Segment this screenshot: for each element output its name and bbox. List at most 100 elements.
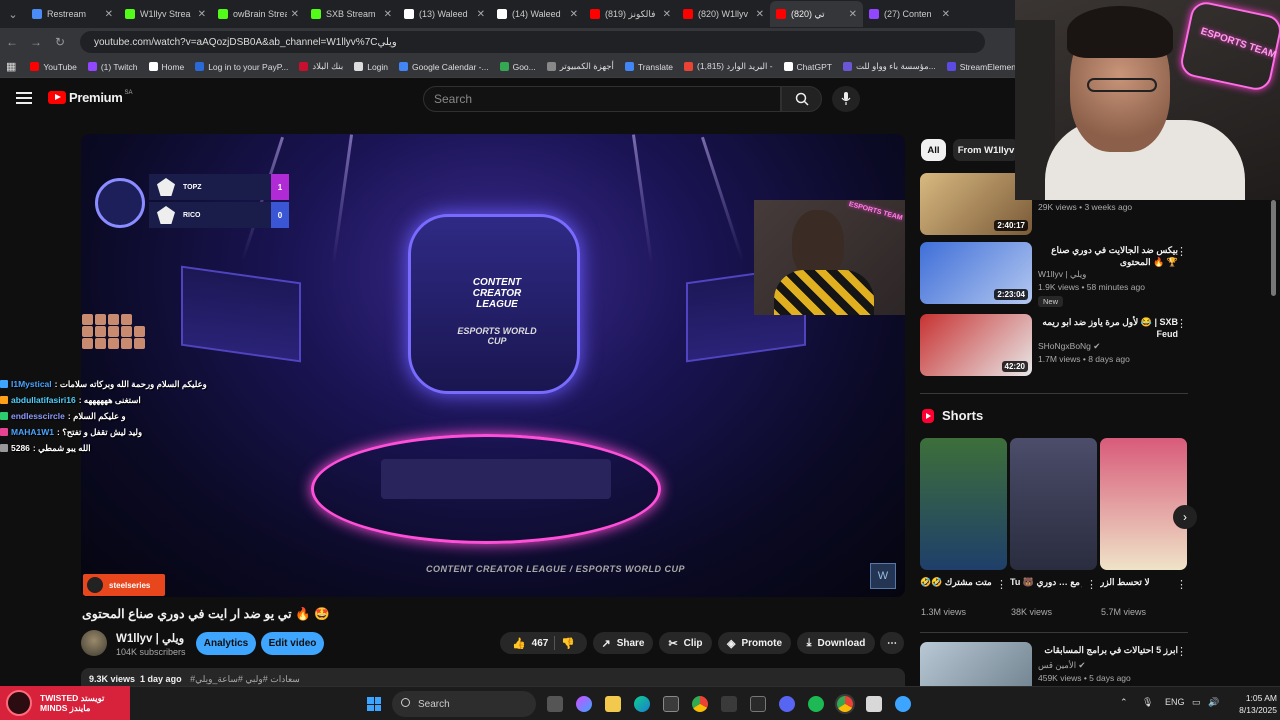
short-thumbnail[interactable] xyxy=(1100,438,1187,570)
edit-video-button[interactable]: Edit video xyxy=(261,632,324,655)
page-scrollbar[interactable] xyxy=(1271,200,1276,296)
spotify-icon[interactable] xyxy=(808,696,824,712)
chip-from-channel[interactable]: From W1llyv xyxy=(953,139,1019,161)
chrome-active-icon[interactable] xyxy=(837,696,853,712)
language-indicator[interactable]: ENG xyxy=(1165,697,1185,707)
channel-name[interactable]: W1llyv | ويلي xyxy=(116,631,184,645)
tab-search-icon[interactable]: ⌄ xyxy=(0,0,26,28)
store-icon[interactable] xyxy=(663,696,679,712)
microphone-tray-icon[interactable]: 🎙 xyxy=(1142,697,1153,708)
browser-tab[interactable]: (820) تي ✕ xyxy=(770,1,863,27)
bookmark-item[interactable]: Translate xyxy=(624,62,673,72)
bookmark-item[interactable]: Google Calendar -... xyxy=(399,62,489,72)
app-icon[interactable] xyxy=(721,696,737,712)
tab-close-icon[interactable]: ✕ xyxy=(105,9,113,20)
facecam-neon-sign: ESPORTS TEAM xyxy=(847,200,903,223)
analytics-button[interactable]: Analytics xyxy=(196,632,256,655)
file-explorer-icon[interactable] xyxy=(605,696,621,712)
volume-icon[interactable]: 🔊 xyxy=(1208,697,1219,708)
browser-tab[interactable]: SXB Stream ✕ xyxy=(305,1,398,27)
youtube-premium-logo[interactable]: Premium SA xyxy=(48,90,133,105)
browser-tab[interactable]: (14) Waleed ✕ xyxy=(491,1,584,27)
forward-icon[interactable]: → xyxy=(24,35,48,49)
tab-close-icon[interactable]: ✕ xyxy=(384,9,392,20)
apps-grid-icon[interactable]: ▦ xyxy=(6,60,16,73)
more-options-icon[interactable]: ⋮ xyxy=(1176,578,1187,591)
bookmark-item[interactable]: YouTube xyxy=(30,62,77,72)
bookmark-item[interactable]: (1,815) البريد الوارد - xyxy=(684,61,773,72)
like-icon[interactable]: 👍 xyxy=(512,637,526,650)
tab-close-icon[interactable]: ✕ xyxy=(849,9,857,20)
windows-start-icon[interactable] xyxy=(367,697,381,711)
voice-search-button[interactable] xyxy=(832,86,860,112)
more-options-icon[interactable]: ⋮ xyxy=(996,578,1007,591)
browser-tab[interactable]: (27) Conten ✕ xyxy=(863,1,956,27)
like-count[interactable]: 467 xyxy=(532,638,549,649)
search-button[interactable] xyxy=(781,86,822,112)
more-options-icon[interactable]: ⋮ xyxy=(1176,317,1187,330)
bookmark-item[interactable]: مؤسسة باء وواو للت... xyxy=(842,61,936,72)
back-icon[interactable]: ← xyxy=(0,35,24,49)
tab-close-icon[interactable]: ✕ xyxy=(570,9,578,20)
taskbar-search[interactable]: Search xyxy=(392,691,536,717)
bookmark-item[interactable]: أجهزة الكمبيوتر xyxy=(546,61,614,72)
dislike-icon[interactable]: 👎 xyxy=(561,637,575,650)
network-icon[interactable]: ▭ xyxy=(1192,697,1201,708)
bookmark-item[interactable]: Login xyxy=(354,62,388,72)
bookmark-item[interactable]: Goo... xyxy=(499,62,536,72)
clip-button[interactable]: ✂ Clip xyxy=(659,632,712,654)
share-button[interactable]: ↗ Share xyxy=(593,632,653,654)
url-field[interactable]: youtube.com/watch?v=aAQozjDSB0A&ab_chann… xyxy=(80,31,985,53)
more-actions-button[interactable]: ⋯ xyxy=(880,632,904,654)
chip-all[interactable]: All xyxy=(921,139,946,161)
task-view-icon[interactable] xyxy=(547,696,563,712)
bookmark-icon xyxy=(299,62,309,71)
short-title[interactable]: 🤣🤣 وانا ... متت مشترك xyxy=(920,576,992,589)
more-options-icon[interactable]: ⋮ xyxy=(1176,245,1187,258)
chrome-icon[interactable] xyxy=(692,696,708,712)
tab-close-icon[interactable]: ✕ xyxy=(663,9,671,20)
tab-close-icon[interactable]: ✕ xyxy=(477,9,485,20)
bookmark-item[interactable]: Home xyxy=(148,62,184,72)
bookmark-item[interactable]: بنك البلاد xyxy=(299,61,343,72)
channel-avatar[interactable] xyxy=(81,630,107,656)
recommended-video[interactable]: 2:23:04 بيكس ضد الجالايت في دوري صناع الم… xyxy=(920,242,1195,307)
browser-tab[interactable]: W1llyv Strea ✕ xyxy=(119,1,212,27)
short-title[interactable]: لا تحسط الزر xyxy=(1100,576,1172,589)
video-channel: W1llyv | ويلي xyxy=(1038,269,1087,279)
browser-tab[interactable]: owBrain Strea ✕ xyxy=(212,1,305,27)
browser-tab[interactable]: (13) Waleed ✕ xyxy=(398,1,491,27)
browser-tab[interactable]: (819) فالكونز ✕ xyxy=(584,1,677,27)
app-icon[interactable] xyxy=(750,696,766,712)
search-input[interactable]: Search xyxy=(423,86,781,112)
bookmark-item[interactable]: (1) Twitch xyxy=(87,62,138,72)
short-thumbnail[interactable] xyxy=(1010,438,1097,570)
menu-icon[interactable] xyxy=(16,92,32,104)
tab-close-icon[interactable]: ✕ xyxy=(942,9,950,20)
more-options-icon[interactable]: ⋮ xyxy=(1086,578,1097,591)
promote-button[interactable]: ◈ Promote xyxy=(718,632,791,654)
tab-close-icon[interactable]: ✕ xyxy=(198,9,206,20)
recommended-video[interactable]: 42:20 لأول مرة ياوز ضد ابو ريمه 😂 | SXB F… xyxy=(920,314,1195,376)
bookmark-item[interactable]: ChatGPT xyxy=(783,62,832,72)
analytics-label: Analytics xyxy=(203,638,249,649)
short-title[interactable]: Tu 🐻 ياسر مع … دوري R8 ضد xyxy=(1010,576,1082,589)
tab-close-icon[interactable]: ✕ xyxy=(291,9,299,20)
app-icon[interactable] xyxy=(895,696,911,712)
short-thumbnail[interactable] xyxy=(920,438,1007,570)
copilot-icon[interactable] xyxy=(576,696,592,712)
video-player[interactable]: CONTENT CREATOR LEAGUE ESPORTS WORLD CUP… xyxy=(81,134,905,597)
discord-icon[interactable] xyxy=(779,696,795,712)
more-options-icon[interactable]: ⋮ xyxy=(1176,645,1187,658)
download-button[interactable]: ⤓ Download xyxy=(797,632,875,654)
tab-close-icon[interactable]: ✕ xyxy=(756,9,764,20)
edge-icon[interactable] xyxy=(634,696,650,712)
tray-overflow-icon[interactable]: ⌃ xyxy=(1120,697,1128,708)
system-clock[interactable]: 1:05 AM 8/13/2025 xyxy=(1225,692,1277,716)
reload-icon[interactable]: ↻ xyxy=(48,35,72,49)
shorts-next-button[interactable]: › xyxy=(1173,505,1197,529)
bookmark-item[interactable]: Log in to your PayP... xyxy=(195,62,288,72)
app-icon[interactable] xyxy=(866,696,882,712)
browser-tab[interactable]: (820) W1llyv ✕ xyxy=(677,1,770,27)
browser-tab[interactable]: Restream ✕ xyxy=(26,1,119,27)
